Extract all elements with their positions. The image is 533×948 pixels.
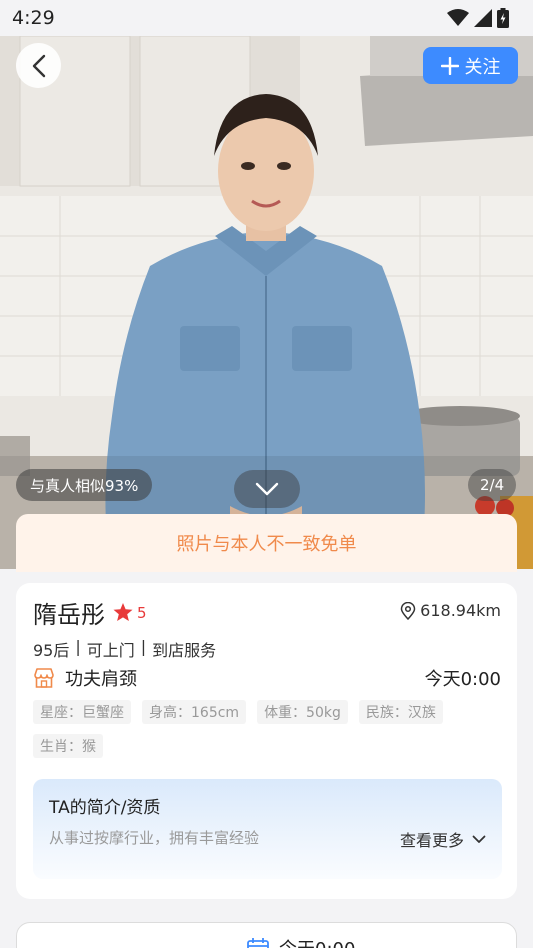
photo-counter: 2/4 xyxy=(468,469,517,501)
similarity-badge: 与真人相似93% xyxy=(16,469,153,501)
chevron-left-icon xyxy=(32,54,45,77)
name-row: 隋岳彤 5 xyxy=(33,595,147,630)
chevron-down-icon xyxy=(255,482,279,496)
refund-notice: 照片与本人不一致免单 xyxy=(16,514,517,572)
skill-name: 功夫肩颈 xyxy=(65,669,137,690)
calendar-icon xyxy=(247,938,269,948)
rating: 5 xyxy=(113,603,147,622)
booking-time-value: 今天0:00 xyxy=(279,935,355,948)
available-time: 今天0:00 xyxy=(424,669,501,690)
plus-icon xyxy=(440,56,459,75)
see-more-button[interactable]: 查看更多 xyxy=(400,827,486,851)
attribute-tag: 星座：巨蟹座 xyxy=(33,700,131,724)
expand-photo-button[interactable] xyxy=(234,470,300,508)
status-time: 4:29 xyxy=(12,7,55,29)
service-tag: 95后 xyxy=(33,641,70,660)
intro-title: TA的简介/资质 xyxy=(49,798,161,818)
see-more-label: 查看更多 xyxy=(399,831,464,850)
profile-photo[interactable]: 关注 与真人相似93% 2/4 xyxy=(0,36,533,569)
attribute-tag: 生肖：猴 xyxy=(33,734,103,758)
booking-time: 今天0:00 xyxy=(247,935,355,948)
status-icons xyxy=(447,8,509,28)
chevron-down-icon xyxy=(472,835,486,843)
tag-separator: | xyxy=(140,637,147,656)
booking-card[interactable]: 今天0:00 xyxy=(16,922,517,948)
distance-value: 618.94km xyxy=(420,601,501,620)
back-button[interactable] xyxy=(16,43,61,88)
signal-icon xyxy=(474,9,492,27)
shop-icon xyxy=(34,668,54,688)
intro-section[interactable]: TA的简介/资质 从事过按摩行业，拥有丰富经验 查看更多 xyxy=(33,779,502,879)
location-pin-icon xyxy=(400,601,416,620)
status-bar: 4:29 xyxy=(0,0,533,36)
wifi-icon xyxy=(447,9,469,26)
attribute-tag: 民族：汉族 xyxy=(358,700,443,724)
skill-row: 功夫肩颈 xyxy=(33,665,137,691)
attribute-tags: 星座：巨蟹座 身高：165cm 体重：50kg 民族：汉族 生肖：猴 xyxy=(33,700,503,758)
star-icon xyxy=(113,603,133,621)
tag-separator: | xyxy=(75,637,81,656)
service-tags: 95后 | 可上门 | 到店服务 xyxy=(33,637,216,661)
intro-description: 从事过按摩行业，拥有丰富经验 xyxy=(49,829,260,847)
service-tag: 可上门 xyxy=(86,641,135,660)
therapist-name: 隋岳彤 xyxy=(33,601,105,629)
follow-label: 关注 xyxy=(464,56,501,78)
follow-button[interactable]: 关注 xyxy=(423,47,518,84)
battery-icon xyxy=(497,8,509,28)
rating-value: 5 xyxy=(137,603,147,622)
profile-card: 隋岳彤 5 618.94km 95后 | 可上门 | 到店服务 功夫肩颈 今天0… xyxy=(16,583,517,899)
service-tag: 到店服务 xyxy=(152,641,217,660)
distance: 618.94km xyxy=(400,601,501,620)
attribute-tag: 身高：165cm xyxy=(142,700,247,724)
attribute-tag: 体重：50kg xyxy=(257,700,348,724)
profile-page: 4:29 关注 与真人相似93% 2/4 照片与本人不一致免单 隋岳彤 5 61… xyxy=(0,0,533,948)
